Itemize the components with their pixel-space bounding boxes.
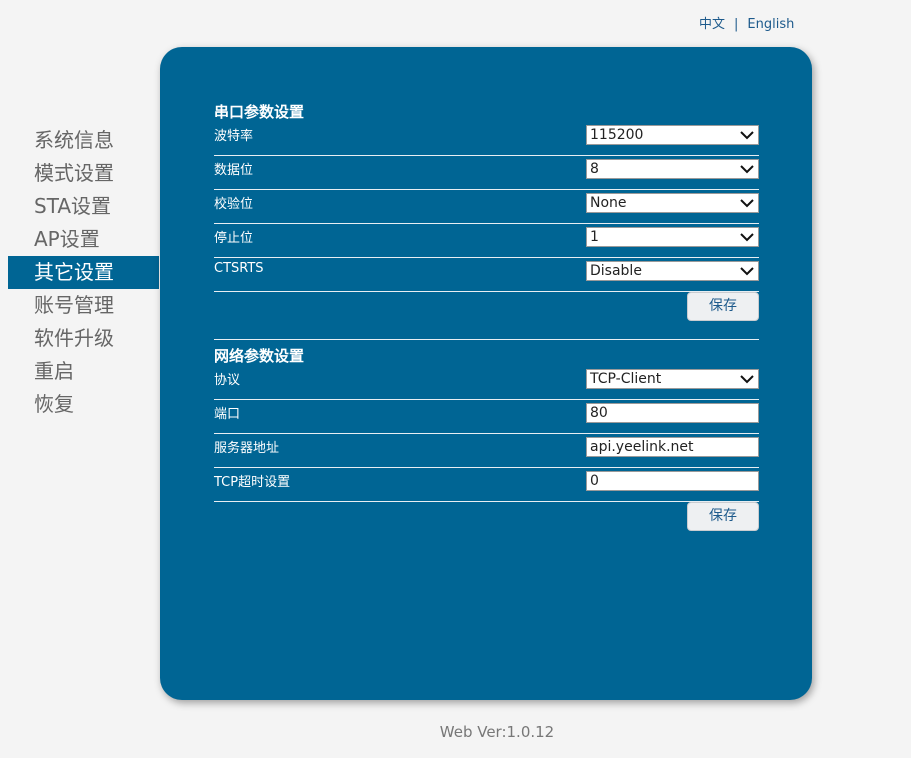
serial-section-title: 串口参数设置	[214, 103, 305, 121]
baud-rate-select[interactable]: 115200	[586, 125, 759, 145]
ctsrts-select[interactable]: Disable	[586, 261, 759, 281]
sidebar-item-other-settings[interactable]: 其它设置	[8, 256, 159, 289]
lang-english-link[interactable]: English	[747, 17, 794, 32]
parity-select[interactable]: None	[586, 193, 759, 213]
section-divider	[214, 339, 759, 340]
data-bits-value: 8	[590, 161, 599, 177]
data-bits-select[interactable]: 8	[586, 159, 759, 179]
network-save-button[interactable]: 保存	[687, 502, 759, 531]
port-label: 端口	[214, 407, 241, 422]
parity-value: None	[590, 195, 627, 211]
parity-row: 校验位 None	[214, 190, 759, 224]
parity-label: 校验位	[214, 197, 254, 212]
baud-rate-value: 115200	[590, 127, 644, 143]
stop-bits-row: 停止位 1	[214, 224, 759, 258]
tcp-timeout-input[interactable]: 0	[586, 471, 759, 491]
ctsrts-value: Disable	[590, 263, 642, 279]
chevron-down-icon	[740, 233, 754, 242]
data-bits-label: 数据位	[214, 163, 254, 178]
lang-separator: |	[734, 17, 739, 32]
server-address-input[interactable]: api.yeelink.net	[586, 437, 759, 457]
network-section-title: 网络参数设置	[214, 347, 305, 365]
port-row: 端口 80	[214, 400, 759, 434]
settings-panel: 串口参数设置 波特率 115200 数据位 8 校验位 None 停止位 1 C…	[160, 47, 812, 700]
sidebar-item-restart[interactable]: 重启	[8, 355, 159, 388]
ctsrts-row: CTSRTS Disable	[214, 258, 759, 292]
port-input[interactable]: 80	[586, 403, 759, 423]
protocol-select[interactable]: TCP-Client	[586, 369, 759, 389]
chevron-down-icon	[740, 131, 754, 140]
baud-rate-row: 波特率 115200	[214, 122, 759, 156]
chevron-down-icon	[740, 165, 754, 174]
ctsrts-label: CTSRTS	[214, 261, 264, 276]
sidebar-item-restore[interactable]: 恢复	[8, 388, 159, 421]
baud-rate-label: 波特率	[214, 129, 254, 144]
server-address-label: 服务器地址	[214, 441, 280, 456]
language-switcher: 中文 | English	[699, 13, 794, 32]
chevron-down-icon	[740, 375, 754, 384]
protocol-row: 协议 TCP-Client	[214, 366, 759, 400]
serial-save-button[interactable]: 保存	[687, 292, 759, 321]
server-address-row: 服务器地址 api.yeelink.net	[214, 434, 759, 468]
chevron-down-icon	[740, 267, 754, 276]
serial-settings-section: 串口参数设置 波特率 115200 数据位 8 校验位 None 停止位 1 C…	[214, 102, 759, 321]
protocol-value: TCP-Client	[590, 371, 662, 387]
sidebar-item-ap-settings[interactable]: AP设置	[8, 223, 159, 256]
stop-bits-label: 停止位	[214, 231, 254, 246]
sidebar-item-sta-settings[interactable]: STA设置	[8, 190, 159, 223]
tcp-timeout-label: TCP超时设置	[214, 475, 291, 490]
web-version: Web Ver:1.0.12	[439, 723, 555, 741]
stop-bits-select[interactable]: 1	[586, 227, 759, 247]
tcp-timeout-row: TCP超时设置 0	[214, 468, 759, 502]
chevron-down-icon	[740, 199, 754, 208]
sidebar-item-system-info[interactable]: 系统信息	[8, 124, 159, 157]
lang-chinese-link[interactable]: 中文	[699, 13, 725, 32]
sidebar-item-upgrade[interactable]: 软件升级	[8, 322, 159, 355]
sidebar-nav: 系统信息 模式设置 STA设置 AP设置 其它设置 账号管理 软件升级 重启 恢…	[8, 124, 159, 421]
protocol-label: 协议	[214, 373, 241, 388]
data-bits-row: 数据位 8	[214, 156, 759, 190]
sidebar-item-account[interactable]: 账号管理	[8, 289, 159, 322]
stop-bits-value: 1	[590, 229, 599, 245]
network-settings-section: 网络参数设置 协议 TCP-Client 端口 80 服务器地址 api.yee…	[214, 346, 759, 531]
sidebar-item-mode-settings[interactable]: 模式设置	[8, 157, 159, 190]
